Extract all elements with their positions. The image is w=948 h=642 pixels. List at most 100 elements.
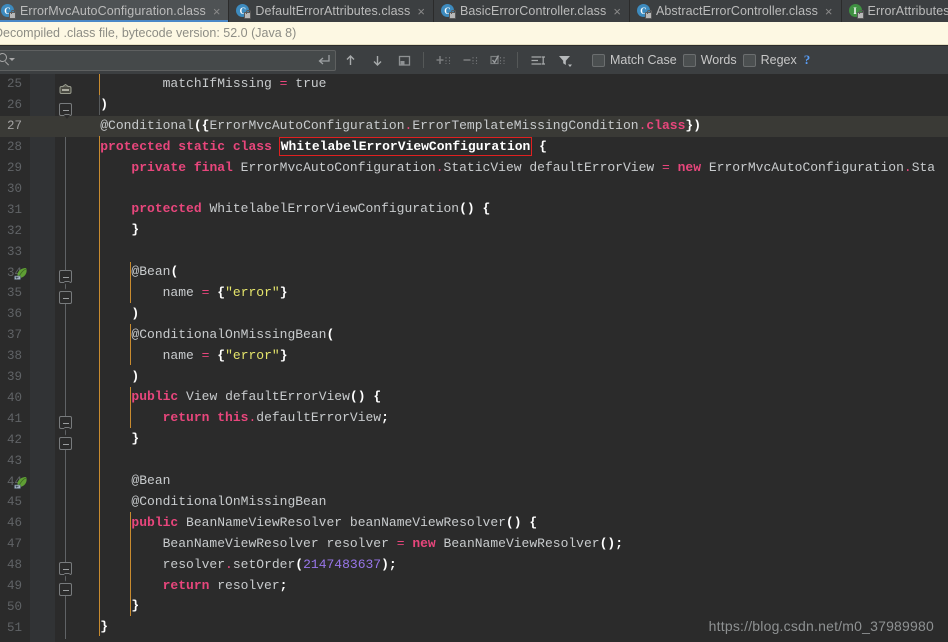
code-line[interactable]: 48 resolver.setOrder(2147483637); — [0, 555, 948, 576]
code-line[interactable]: 49 return resolver; — [0, 576, 948, 597]
checkbox[interactable] — [592, 53, 605, 67]
line-number: 25 — [6, 77, 22, 92]
open-in-find-window-button[interactable] — [391, 48, 417, 72]
code-line[interactable]: 28 protected static class WhitelabelErro… — [0, 136, 948, 158]
find-previous-button[interactable] — [337, 48, 363, 72]
line-number: 49 — [6, 579, 22, 594]
java-class-locked-icon: C — [636, 4, 652, 19]
search-field-wrapper[interactable] — [0, 49, 336, 71]
code-line[interactable]: 39 ) — [0, 367, 948, 388]
indent-guide — [99, 95, 100, 115]
search-option-label: Regex — [760, 53, 797, 67]
code-line[interactable]: 44 @Bean — [0, 471, 948, 492]
code-line[interactable]: 42 } — [0, 429, 948, 450]
editor-tab-label: BasicErrorController.class — [459, 4, 607, 18]
close-icon[interactable]: × — [211, 5, 221, 18]
code-line[interactable]: 33 — [0, 241, 948, 262]
editor-tab[interactable]: C AbstractErrorController.class × — [629, 0, 842, 22]
decompiled-notification-bar: Decompiled .class file, bytecode version… — [0, 22, 948, 45]
code-line-text: resolver.setOrder(2147483637); — [162, 556, 397, 572]
code-line[interactable]: 36 ) — [0, 304, 948, 325]
code-line-text: public BeanNameViewResolver beanNameView… — [131, 514, 538, 530]
indent-guide — [99, 74, 100, 95]
code-line[interactable]: 25 matchIfMissing = true — [0, 74, 948, 95]
code-line[interactable]: 32 } — [0, 220, 948, 241]
code-line-text: name = {"error"} — [162, 284, 288, 300]
close-icon[interactable]: × — [823, 5, 833, 18]
find-next-button[interactable] — [364, 48, 390, 72]
search-option[interactable]: Words — [682, 53, 737, 67]
java-interface-locked-icon: I — [848, 4, 864, 19]
editor-tab[interactable]: C DefaultErrorAttributes.class × — [229, 0, 434, 22]
fold-marker-collapse-51[interactable] — [59, 583, 72, 596]
code-line-text: } — [131, 598, 140, 614]
code-line[interactable]: 40 public View defaultErrorView() { — [0, 388, 948, 409]
return-icon[interactable] — [313, 51, 335, 70]
code-line[interactable]: 27 @Conditional({ErrorMvcAutoConfigurati… — [0, 115, 948, 137]
code-line[interactable]: 46 public BeanNameViewResolver beanNameV… — [0, 513, 948, 534]
line-number: 37 — [6, 328, 22, 343]
search-option[interactable]: Match Case — [592, 53, 677, 67]
search-input[interactable] — [16, 50, 313, 70]
editor-tab-label: DefaultErrorAttributes.class — [255, 4, 411, 18]
java-class-locked-icon: C — [440, 4, 456, 19]
code-line-text: return resolver; — [162, 577, 288, 593]
text-scope-icon[interactable] — [525, 48, 551, 72]
line-number: 47 — [6, 537, 22, 552]
editor-tab-label: AbstractErrorController.class — [655, 4, 818, 18]
java-class-locked-icon: C — [1, 4, 16, 19]
line-number: 29 — [6, 161, 22, 176]
code-line[interactable]: 50 } — [0, 597, 948, 618]
indent-guide — [130, 387, 131, 428]
line-number: 42 — [6, 432, 22, 447]
editor-tab[interactable]: C ErrorMvcAutoConfiguration.class × — [0, 0, 230, 22]
fold-marker-collapse-28[interactable] — [59, 103, 72, 116]
editor-tab-label: ErrorAttributes.class — [867, 4, 948, 18]
fold-marker-collapse-44[interactable] — [59, 416, 72, 429]
code-line-text: } — [131, 222, 140, 238]
editor-tab[interactable]: IErrorAttributes.class× — [841, 0, 948, 22]
spring-bean-icon[interactable] — [14, 475, 30, 489]
find-toolbar: Match Case Words Regex ? — [0, 46, 948, 74]
checkbox[interactable] — [682, 53, 696, 67]
code-line[interactable]: 35 name = {"error"} — [0, 283, 948, 304]
code-line[interactable]: 29 private final ErrorMvcAutoConfigurati… — [0, 158, 948, 179]
add-selection-icon[interactable] — [431, 48, 457, 72]
search-icon[interactable] — [0, 52, 16, 68]
java-class-locked-icon: C — [236, 4, 252, 19]
code-line[interactable]: 30 — [0, 179, 948, 200]
spring-bean-icon[interactable] — [14, 266, 30, 280]
fold-marker-collapse-45[interactable] — [59, 437, 72, 450]
code-line[interactable]: 52 — [0, 638, 948, 642]
line-number: 46 — [6, 516, 22, 531]
search-option[interactable]: Regex — [742, 53, 797, 67]
code-line[interactable]: 31 protected WhitelabelErrorViewConfigur… — [0, 199, 948, 220]
fold-marker-collapse-37[interactable] — [59, 291, 72, 304]
checkbox[interactable] — [742, 53, 756, 67]
remove-selection-icon[interactable] — [458, 48, 484, 72]
code-line[interactable]: 38 name = {"error"} — [0, 346, 948, 367]
code-line[interactable]: 37 @ConditionalOnMissingBean( — [0, 325, 948, 346]
code-line[interactable]: 47 BeanNameViewResolver resolver = new B… — [0, 534, 948, 555]
line-number: 32 — [6, 223, 22, 238]
code-line-text: BeanNameViewResolver resolver = new Bean… — [162, 535, 624, 551]
indent-guide — [130, 512, 131, 616]
code-line-text: @Bean( — [131, 264, 179, 280]
code-line[interactable]: 43 — [0, 450, 948, 471]
close-icon[interactable]: × — [611, 5, 621, 18]
code-line[interactable]: 34 @Bean( — [0, 262, 948, 283]
code-line-text: @Conditional({ErrorMvcAutoConfiguration.… — [100, 117, 702, 133]
code-line[interactable]: 41 return this.defaultErrorView; — [0, 408, 948, 429]
fold-marker-collapse-50[interactable] — [59, 562, 72, 575]
code-editor-area[interactable]: 25 matchIfMissing = true 26 ) 27 @Conditio… — [0, 74, 948, 642]
select-all-icon[interactable] — [485, 48, 511, 72]
code-line-text: protected WhitelabelErrorViewConfigurati… — [131, 201, 491, 217]
help-icon[interactable]: ? — [804, 52, 811, 68]
close-icon[interactable]: × — [415, 5, 425, 18]
fold-marker-collapse-34[interactable] — [59, 270, 72, 283]
editor-tab[interactable]: C BasicErrorController.class × — [433, 0, 630, 22]
fold-marker-expanded-27[interactable] — [59, 82, 72, 94]
code-line[interactable]: 45 @ConditionalOnMissingBean — [0, 492, 948, 513]
filter-icon[interactable] — [552, 48, 578, 72]
code-line[interactable]: 26 ) — [0, 95, 948, 116]
